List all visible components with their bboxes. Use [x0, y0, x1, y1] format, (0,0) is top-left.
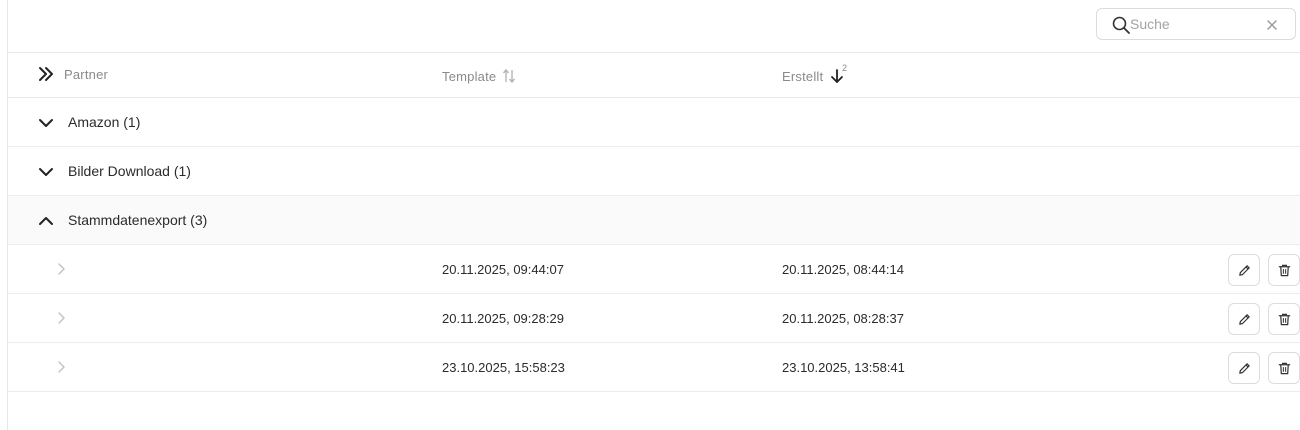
sort-rank-badge: 2: [842, 63, 848, 73]
column-header-erstellt-label: Erstellt: [782, 68, 824, 84]
table-header: Partner Template Erstellt 2: [8, 53, 1300, 98]
group-label: Amazon (1): [68, 114, 141, 130]
column-header-template[interactable]: Template: [442, 68, 516, 84]
cell-created: 20.11.2025, 08:44:14: [782, 262, 904, 277]
cell-created: 23.10.2025, 13:58:41: [782, 360, 905, 375]
search-box[interactable]: [1096, 8, 1296, 40]
search-icon: [1112, 16, 1130, 34]
cell-template: 23.10.2025, 15:58:23: [442, 360, 565, 375]
group-row-stammdatenexport[interactable]: Stammdatenexport (3): [8, 196, 1300, 245]
close-icon[interactable]: [1265, 18, 1279, 32]
column-header-template-label: Template: [442, 68, 497, 84]
delete-button[interactable]: [1268, 303, 1300, 335]
table-row[interactable]: 23.10.2025, 15:58:23 23.10.2025, 13:58:4…: [8, 343, 1300, 392]
pencil-icon: [1238, 362, 1250, 374]
column-header-partner: Partner: [64, 67, 108, 82]
search-input[interactable]: [1130, 13, 1260, 35]
cell-template: 20.11.2025, 09:44:07: [442, 262, 564, 277]
column-header-erstellt[interactable]: Erstellt: [782, 68, 845, 84]
delete-button[interactable]: [1268, 254, 1300, 286]
edit-button[interactable]: [1228, 254, 1260, 286]
sort-updown-icon: [503, 68, 516, 84]
table-row[interactable]: 20.11.2025, 09:28:29 20.11.2025, 08:28:3…: [8, 294, 1300, 343]
chevron-up-icon[interactable]: [38, 213, 54, 229]
trash-icon: [1278, 264, 1290, 276]
double-chevron-right-icon[interactable]: [37, 65, 55, 83]
table-row[interactable]: 20.11.2025, 09:44:07 20.11.2025, 08:44:1…: [8, 245, 1300, 294]
trash-icon: [1278, 313, 1290, 325]
group-row-amazon[interactable]: Amazon (1): [8, 98, 1300, 147]
chevron-right-icon[interactable]: [55, 311, 69, 325]
cell-created: 20.11.2025, 08:28:37: [782, 311, 904, 326]
group-row-bilder-download[interactable]: Bilder Download (1): [8, 147, 1300, 196]
chevron-right-icon[interactable]: [55, 262, 69, 276]
chevron-down-icon[interactable]: [38, 164, 54, 180]
grouped-table-view: Partner Template Erstellt 2 Amazon (1): [0, 0, 1300, 430]
pencil-icon: [1238, 264, 1250, 276]
chevron-down-icon[interactable]: [38, 115, 54, 131]
pencil-icon: [1238, 313, 1250, 325]
chevron-right-icon[interactable]: [55, 360, 69, 374]
group-label: Bilder Download (1): [68, 163, 191, 179]
edit-button[interactable]: [1228, 303, 1260, 335]
delete-button[interactable]: [1268, 352, 1300, 384]
edit-button[interactable]: [1228, 352, 1260, 384]
column-header-partner-label: Partner: [64, 67, 109, 82]
cell-template: 20.11.2025, 09:28:29: [442, 311, 564, 326]
trash-icon: [1278, 362, 1290, 374]
toolbar: [8, 0, 1300, 53]
group-label: Stammdatenexport (3): [68, 212, 208, 228]
